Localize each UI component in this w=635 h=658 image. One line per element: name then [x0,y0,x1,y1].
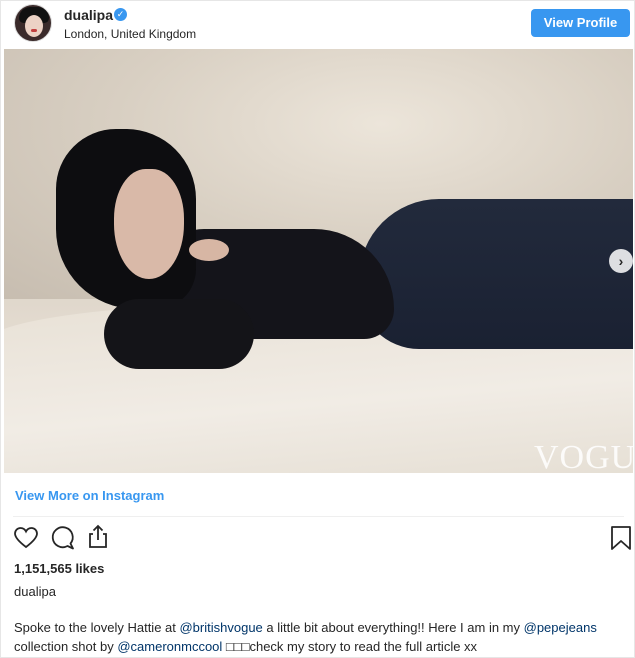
caption-part: collection shot by [14,639,118,654]
photo-jeans [359,199,633,349]
photo-face [114,169,184,279]
view-more-link[interactable]: View More on Instagram [15,488,164,503]
location-link[interactable]: London, United Kingdom [64,27,196,41]
photo-shoulder [189,239,229,261]
instagram-embed-card: dualipa ✓ London, United Kingdom View Pr… [0,0,635,658]
mention-link[interactable]: @cameronmccool [117,639,222,654]
post-photo[interactable]: VOGUE › [4,49,633,473]
avatar-face [25,15,43,37]
mention-link[interactable]: @pepejeans [524,620,597,635]
mention-link[interactable]: @britishvogue [179,620,262,635]
caption-text: Spoke to the lovely Hattie at @britishvo… [14,618,624,656]
username-link[interactable]: dualipa [64,7,113,23]
caption-username[interactable]: dualipa [14,584,56,599]
vogue-watermark: VOGUE [534,439,633,473]
bookmark-icon[interactable] [608,525,634,551]
photo-arm [104,299,254,369]
heart-icon[interactable] [13,525,39,551]
chevron-right-icon[interactable]: › [609,249,633,273]
view-profile-button[interactable]: View Profile [531,9,630,37]
verified-check-icon: ✓ [114,8,127,21]
avatar-lips [31,29,37,32]
share-icon[interactable] [85,523,111,549]
caption-part: □□□check my story to read the full artic… [222,639,478,654]
comment-icon[interactable] [50,525,76,551]
like-count[interactable]: 1,151,565 likes [14,561,104,576]
divider [13,516,624,517]
caption-part: a little bit about everything!! Here I a… [262,620,524,635]
caption-part: Spoke to the lovely Hattie at [14,620,180,635]
post-header: dualipa ✓ London, United Kingdom View Pr… [1,1,635,49]
profile-avatar[interactable] [14,4,52,42]
